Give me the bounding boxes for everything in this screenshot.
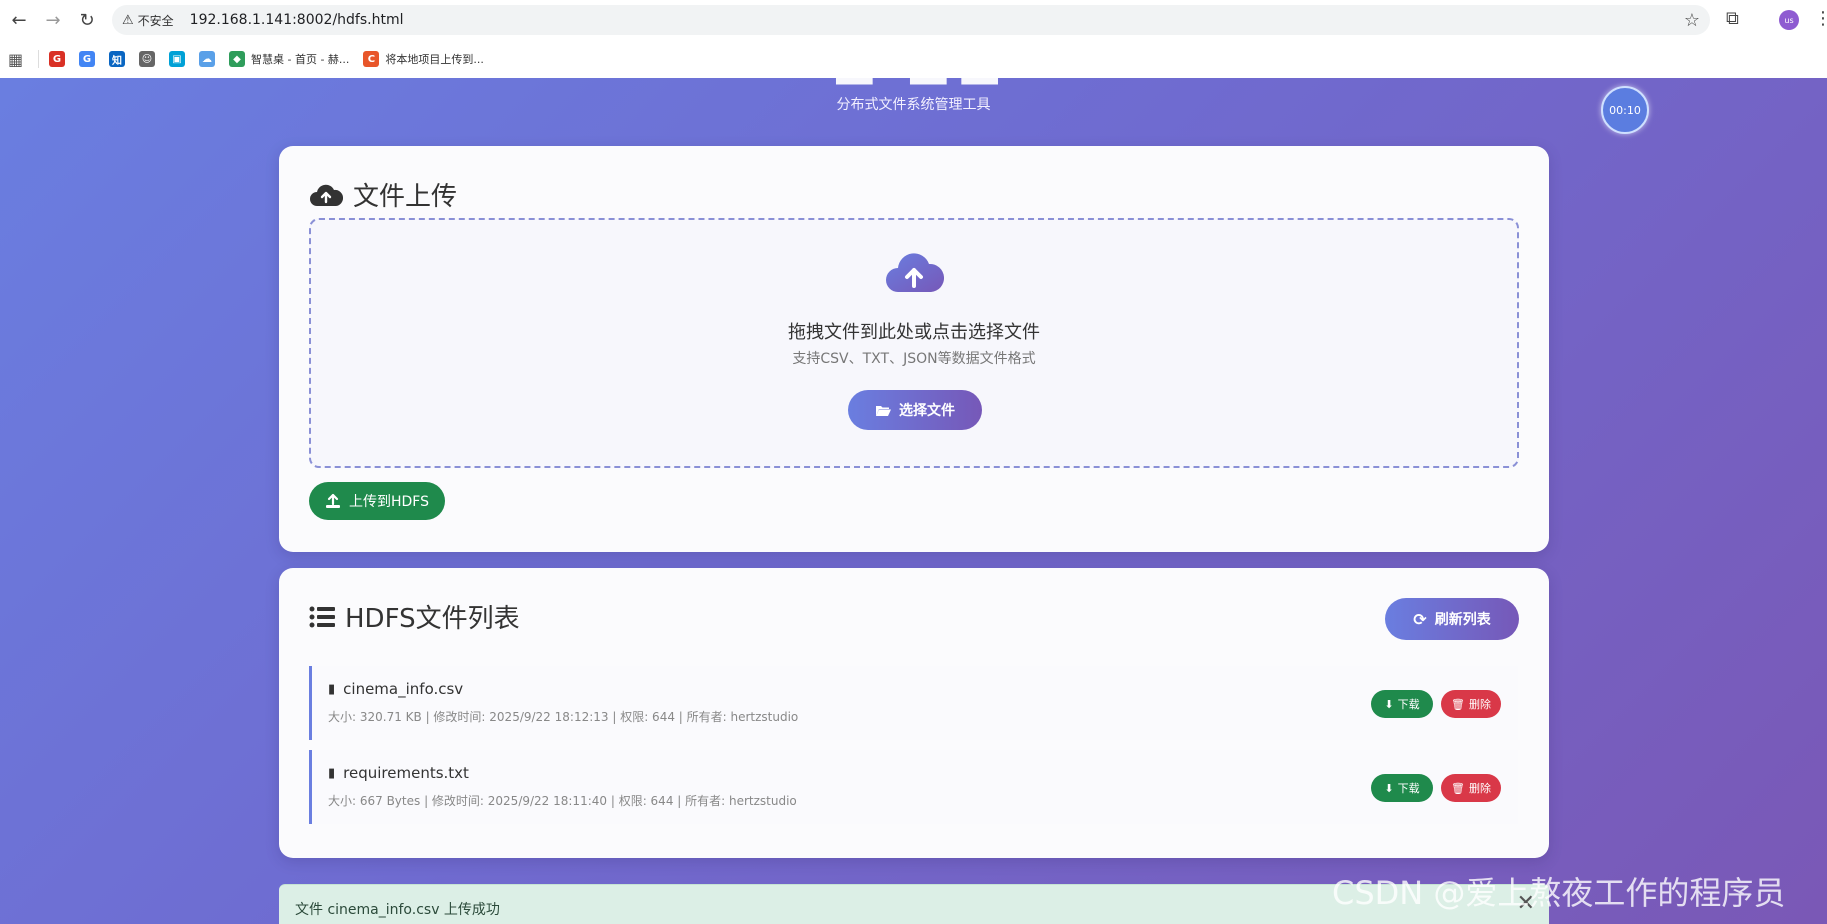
timer-badge: 00:10 xyxy=(1601,86,1649,134)
bookmark-item[interactable]: ◆ 智慧桌 - 首页 - 赫... xyxy=(229,51,349,67)
bookmark-favicon-icon: 知 xyxy=(109,51,125,67)
upload-card: 文件上传 拖拽文件到此处或点击选择文件 支持CSV、TXT、JSON等数据文件格… xyxy=(279,146,1549,552)
back-arrow-icon[interactable]: ← xyxy=(2,0,36,40)
bookmarks-bar: ▦ G G 知 ☺ ▣ ☁ ◆ 智慧桌 - 首页 - 赫... C 将本地项目上传到... xyxy=(0,40,1827,79)
file-icon: ▮ xyxy=(328,765,336,781)
page-subtitle: 分布式文件系统管理工具 xyxy=(836,97,991,113)
delete-button[interactable]: 🗑 删除 xyxy=(1441,690,1501,718)
file-name-text: requirements.txt xyxy=(343,764,469,782)
list-icon xyxy=(309,606,335,627)
choose-file-label: 选择文件 xyxy=(899,403,955,419)
bookmark-item[interactable]: C 将本地项目上传到... xyxy=(363,51,484,67)
upload-card-title: 文件上传 xyxy=(309,176,457,213)
browser-toolbar: ← → ↻ ⚠ 不安全 192.168.1.141:8002/hdfs.html… xyxy=(0,0,1827,40)
trash-icon: 🗑 xyxy=(1451,781,1465,795)
delete-label: 删除 xyxy=(1468,698,1491,711)
download-icon: ⬇ xyxy=(1384,781,1394,795)
file-name: ▮ requirements.txt xyxy=(328,764,469,782)
trash-icon: 🗑 xyxy=(1451,697,1465,711)
cloud-upload-icon xyxy=(886,253,944,292)
bookmark-favicon-icon: ☁ xyxy=(199,51,215,67)
file-list-title: HDFS文件列表 xyxy=(309,598,520,635)
avatar[interactable]: us xyxy=(1779,10,1799,30)
bookmark-list: G G 知 ☺ ▣ ☁ ◆ 智慧桌 - 首页 - 赫... C 将本地项目上传到... xyxy=(49,51,498,67)
toast-message: 文件 cinema_info.csv 上传成功 xyxy=(295,902,500,918)
reload-icon[interactable]: ↻ xyxy=(70,0,104,40)
bookmark-item[interactable]: ☺ xyxy=(139,51,155,67)
file-meta: 大小: 667 Bytes | 修改时间: 2025/9/22 18:11:40… xyxy=(328,794,797,808)
list-item: ▮ cinema_info.csv 大小: 320.71 KB | 修改时间: … xyxy=(309,666,1518,740)
file-list-title-text: HDFS文件列表 xyxy=(345,604,520,634)
download-icon: ⬇ xyxy=(1384,697,1394,711)
url-text[interactable]: 192.168.1.141:8002/hdfs.html xyxy=(190,12,404,28)
delete-button[interactable]: 🗑 删除 xyxy=(1441,774,1501,802)
file-icon: ▮ xyxy=(328,681,336,697)
file-meta: 大小: 320.71 KB | 修改时间: 2025/9/22 18:12:13… xyxy=(328,710,799,724)
refresh-icon: ⟳ xyxy=(1413,609,1427,629)
download-button[interactable]: ⬇ 下载 xyxy=(1371,690,1433,718)
dropzone-title: 拖拽文件到此处或点击选择文件 xyxy=(788,322,1040,343)
refresh-list-label: 刷新列表 xyxy=(1434,612,1491,628)
bookmark-item[interactable]: ☁ xyxy=(199,51,215,67)
bookmark-favicon-icon: ◆ xyxy=(229,51,245,67)
dropzone-hint: 支持CSV、TXT、JSON等数据文件格式 xyxy=(792,351,1036,367)
security-chip[interactable]: ⚠ 不安全 xyxy=(122,12,186,29)
folder-open-icon xyxy=(876,405,891,416)
bookmark-favicon-icon: ▣ xyxy=(169,51,185,67)
upload-to-hdfs-label: 上传到HDFS xyxy=(348,494,429,510)
apps-grid-icon[interactable]: ▦ xyxy=(8,50,28,69)
bookmark-item[interactable]: G xyxy=(79,51,95,67)
download-label: 下载 xyxy=(1397,698,1420,711)
menu-kebab-icon[interactable]: ⋮ xyxy=(1814,8,1827,29)
download-button[interactable]: ⬇ 下载 xyxy=(1371,774,1433,802)
bookmark-favicon-icon: ☺ xyxy=(139,51,155,67)
delete-label: 删除 xyxy=(1468,782,1491,795)
bookmark-item[interactable]: 知 xyxy=(109,51,125,67)
choose-file-button[interactable]: 选择文件 xyxy=(848,390,982,430)
warning-icon: ⚠ xyxy=(122,12,134,28)
cloud-upload-icon xyxy=(310,184,343,206)
download-label: 下载 xyxy=(1397,782,1420,795)
bookmark-label: 将本地项目上传到... xyxy=(385,53,484,66)
forward-arrow-icon[interactable]: → xyxy=(36,0,70,40)
page-background: ▬ ▬▬ 分布式文件系统管理工具 00:10 文件上传 拖拽文 xyxy=(0,78,1827,924)
watermark: CSDN @爱上熬夜工作的程序员 xyxy=(1332,874,1786,912)
bookmark-favicon-icon: C xyxy=(363,51,380,67)
bookmark-label: 智慧桌 - 首页 - 赫... xyxy=(251,53,350,66)
upload-icon xyxy=(325,493,340,508)
bookmarks-divider xyxy=(38,50,39,68)
bookmark-favicon-icon: G xyxy=(79,51,95,67)
bookmark-favicon-icon: G xyxy=(49,51,65,67)
security-label: 不安全 xyxy=(137,13,174,28)
file-name: ▮ cinema_info.csv xyxy=(328,680,463,698)
list-item: ▮ requirements.txt 大小: 667 Bytes | 修改时间:… xyxy=(309,750,1518,824)
upload-to-hdfs-button[interactable]: 上传到HDFS xyxy=(309,482,445,520)
upload-title-text: 文件上传 xyxy=(353,182,458,212)
file-list-card: HDFS文件列表 ⟳ 刷新列表 ▮ cinema_info.csv 大小: 32… xyxy=(279,568,1549,858)
refresh-list-button[interactable]: ⟳ 刷新列表 xyxy=(1385,598,1519,640)
bookmark-star-icon[interactable]: ☆ xyxy=(1684,10,1700,31)
bookmark-item[interactable]: ▣ xyxy=(169,51,185,67)
extensions-icon[interactable]: ⧉ xyxy=(1726,8,1739,29)
hero-title-clipped: ▬ ▬▬ xyxy=(740,78,1100,100)
dropzone[interactable]: 拖拽文件到此处或点击选择文件 支持CSV、TXT、JSON等数据文件格式 选择文… xyxy=(309,218,1519,468)
address-bar[interactable]: ⚠ 不安全 192.168.1.141:8002/hdfs.html ☆ xyxy=(112,5,1710,35)
bookmark-item[interactable]: G xyxy=(49,51,65,67)
file-name-text: cinema_info.csv xyxy=(343,680,464,698)
